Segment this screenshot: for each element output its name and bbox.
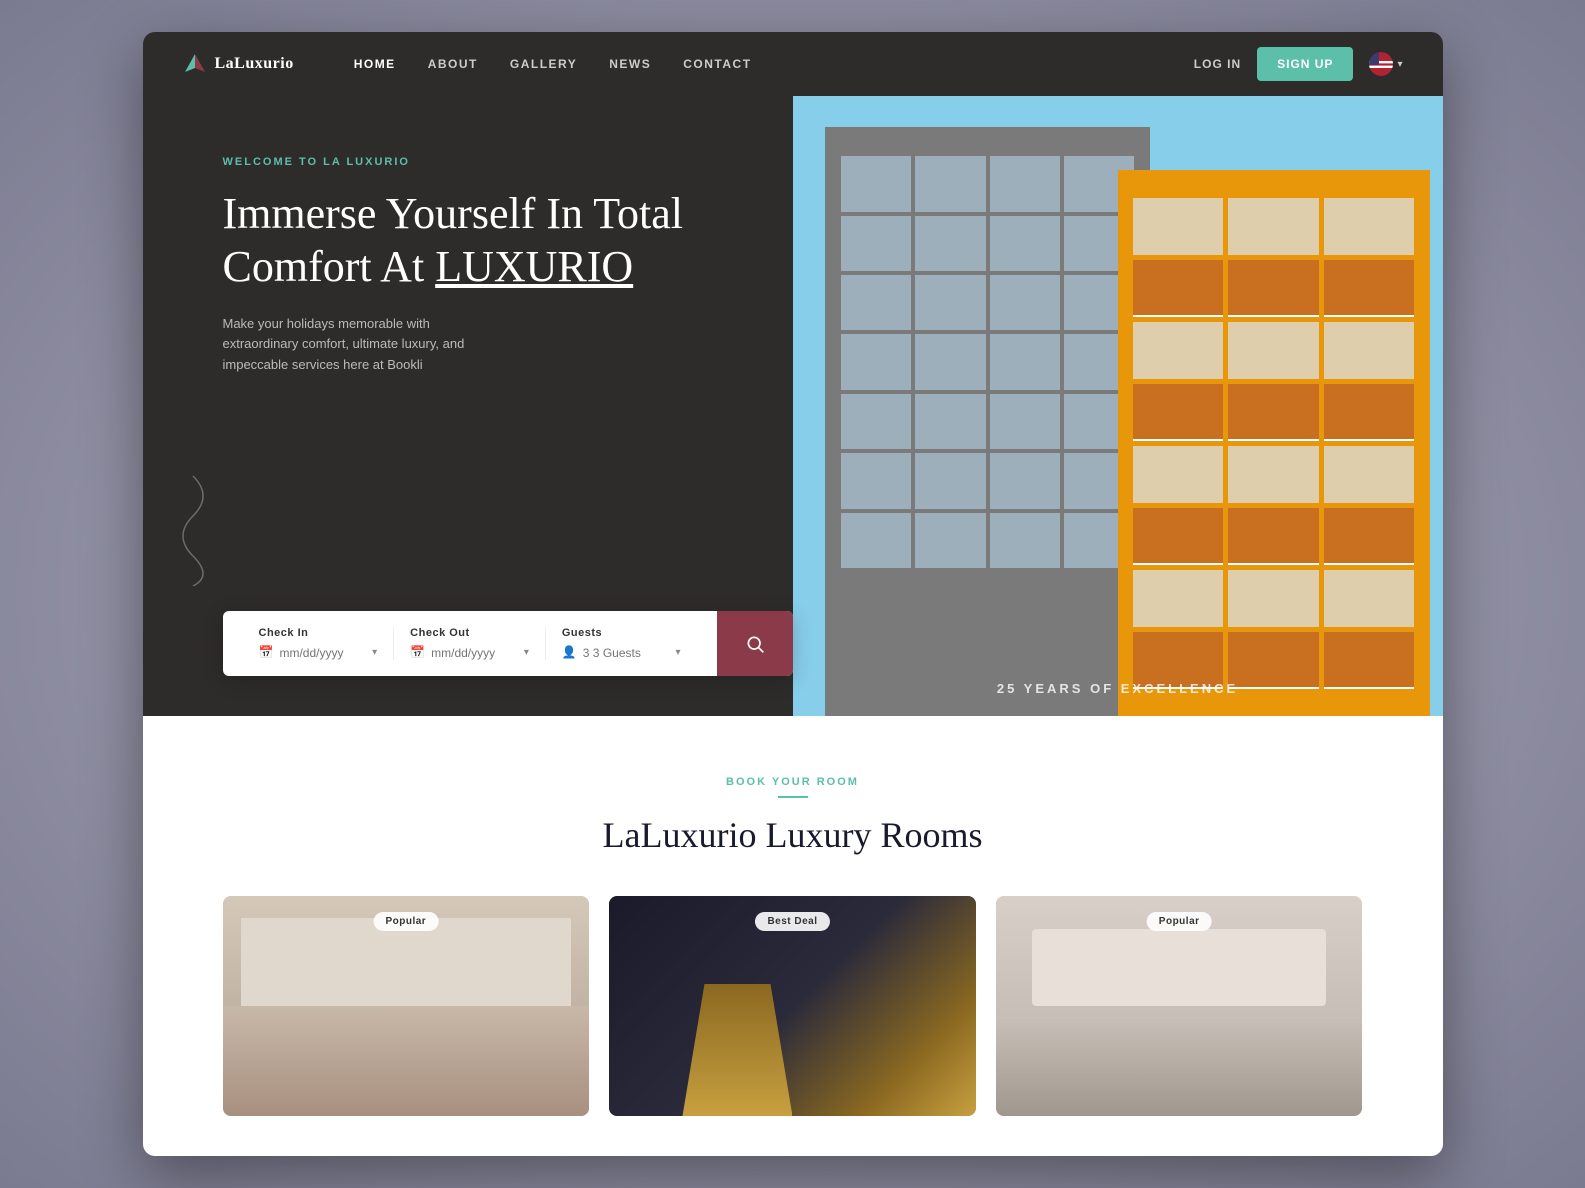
guests-input[interactable] [583,646,670,660]
hero-title-brand: LUXURIO [435,242,633,291]
excellence-badge: 25 YEARS OF EXCELLENCE [997,681,1238,696]
check-in-chevron-icon: ▾ [372,647,377,658]
check-in-input-row: 📅 ▾ [259,645,378,660]
check-in-label: Check In [259,627,378,639]
booking-form: Check In 📅 ▾ Check Out 📅 ▾ [223,611,793,676]
room-card-1[interactable]: Popular [223,896,590,1116]
login-button[interactable]: LOG IN [1194,57,1241,71]
lang-chevron-icon: ▾ [1397,59,1402,70]
calendar-icon: 📅 [259,645,274,660]
check-in-input[interactable] [279,646,366,660]
form-fields: Check In 📅 ▾ Check Out 📅 ▾ [223,611,717,676]
logo[interactable]: LaLuxurio [183,52,294,76]
windows-orange [1133,198,1414,689]
room-badge-1: Popular [373,912,438,931]
nav-gallery[interactable]: GALLERY [510,57,577,71]
windows-gray [841,156,1134,686]
language-selector[interactable]: ▾ [1369,52,1402,76]
check-out-input-row: 📅 ▾ [410,645,529,660]
guests-icon: 👤 [562,645,577,660]
check-out-chevron-icon: ▾ [524,647,529,658]
search-button[interactable] [717,611,793,676]
signup-button[interactable]: SIGN UP [1257,47,1353,81]
flag-icon [1369,52,1393,76]
room-badge-2: Best Deal [755,912,829,931]
check-out-field: Check Out 📅 ▾ [394,627,546,660]
nav-contact[interactable]: CONTACT [683,57,751,71]
nav-right: LOG IN SIGN UP ▾ [1194,47,1403,81]
rooms-section-title: LaLuxurio Luxury Rooms [223,814,1363,856]
hero-title-line1: Immerse Yourself In Total [223,189,684,238]
hero-title-line2: Comfort At [223,242,436,291]
room-card-3[interactable]: Popular [996,896,1363,1116]
search-icon [745,634,765,654]
navbar: LaLuxurio HOME ABOUT GALLERY NEWS CONTAC… [143,32,1443,96]
logo-icon [183,52,207,76]
check-out-label: Check Out [410,627,529,639]
hero-section: WELCOME TO LA LUXURIO Immerse Yourself I… [143,96,1443,716]
rooms-section: BOOK YOUR ROOM LaLuxurio Luxury Rooms Po… [143,716,1443,1156]
hero-title: Immerse Yourself In Total Comfort At LUX… [223,188,743,294]
building-orange [1118,170,1430,716]
room-badge-3: Popular [1147,912,1212,931]
nav-home[interactable]: HOME [354,57,396,71]
check-out-input[interactable] [431,646,518,660]
nav-links: HOME ABOUT GALLERY NEWS CONTACT [354,57,1194,71]
brand-name: LaLuxurio [215,55,294,73]
building-gray [825,127,1150,716]
guests-chevron-icon: ▾ [675,647,680,658]
checkout-calendar-icon: 📅 [410,645,425,660]
browser-window: LaLuxurio HOME ABOUT GALLERY NEWS CONTAC… [143,32,1443,1156]
rooms-grid: Popular Best Deal Popular [223,896,1363,1116]
decorative-squiggle [163,466,223,586]
check-in-field: Check In 📅 ▾ [243,627,395,660]
welcome-label: WELCOME TO LA LUXURIO [223,156,743,168]
nav-news[interactable]: NEWS [609,57,651,71]
room-card-2[interactable]: Best Deal [609,896,976,1116]
section-divider [778,796,808,798]
nav-about[interactable]: ABOUT [428,57,478,71]
hero-image: 25 YEARS OF EXCELLENCE [793,96,1443,716]
rooms-section-label: BOOK YOUR ROOM [223,776,1363,788]
guests-label: Guests [562,627,681,639]
guests-input-row: 👤 ▾ [562,645,681,660]
hero-subtitle: Make your holidays memorable with extrao… [223,314,503,376]
guests-field: Guests 👤 ▾ [546,627,697,660]
